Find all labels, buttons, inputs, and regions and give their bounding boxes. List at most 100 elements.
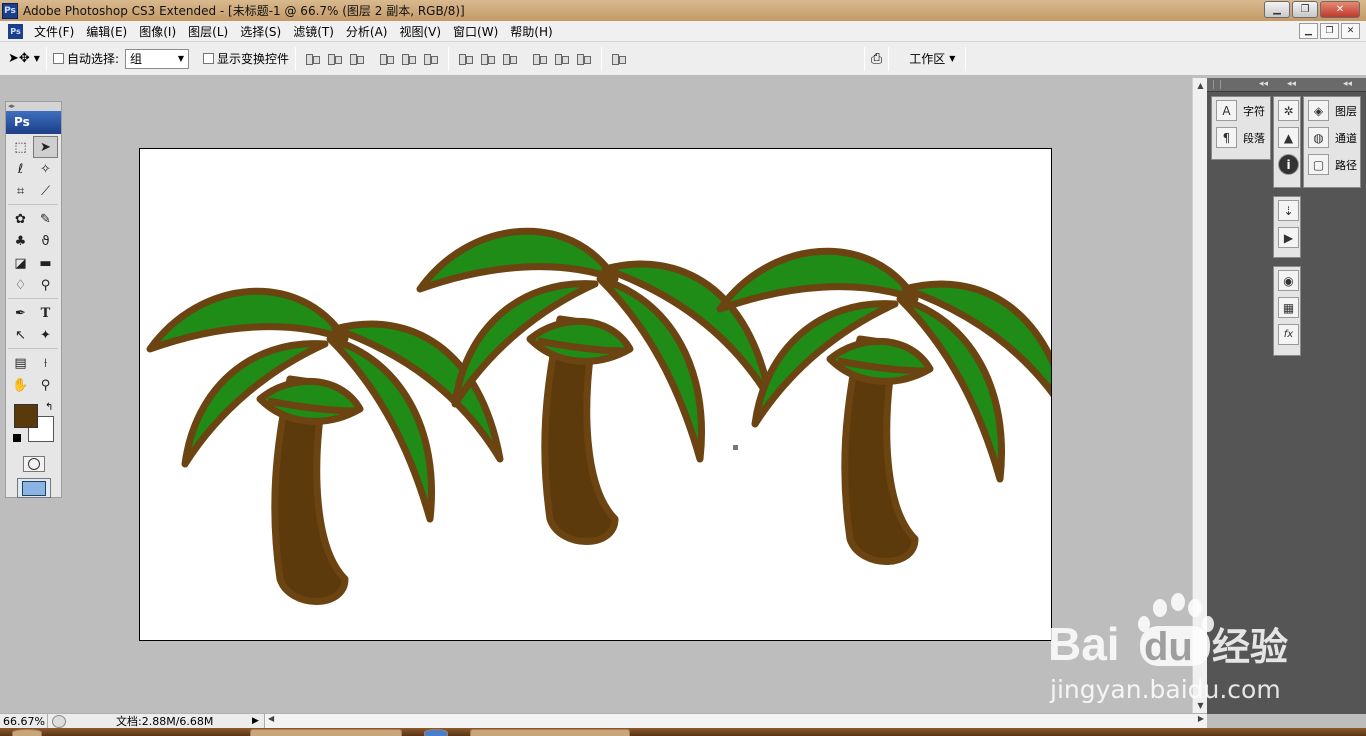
toolbox-grip[interactable]: ◂▸ bbox=[6, 102, 61, 111]
auto-select-checkbox[interactable] bbox=[52, 53, 64, 64]
color-panel-button[interactable]: ◉ bbox=[1274, 267, 1300, 294]
divider bbox=[45, 46, 47, 71]
auto-select-dropdown[interactable]: 组 ▼ bbox=[125, 48, 189, 69]
auto-align-layers-icon[interactable] bbox=[610, 51, 628, 67]
menu-help[interactable]: 帮助(H) bbox=[504, 23, 558, 40]
taskbar-item[interactable] bbox=[424, 729, 448, 736]
distribute-top-edges-icon[interactable] bbox=[457, 51, 475, 67]
align-horizontal-centers-icon[interactable] bbox=[400, 51, 418, 67]
gradient-tool-icon[interactable]: ▬ bbox=[33, 252, 58, 274]
character-panel-button[interactable]: A 字符 bbox=[1212, 97, 1270, 124]
align-top-edges-icon[interactable] bbox=[304, 51, 322, 67]
zoom-level[interactable]: 66.67% bbox=[0, 713, 48, 729]
eraser-tool-icon[interactable]: ◪ bbox=[8, 252, 33, 274]
distribute-horizontal-centers-icon[interactable] bbox=[553, 51, 571, 67]
crop-tool-icon[interactable]: ⌗ bbox=[8, 180, 33, 202]
tool-grid: ⬚ ➤ ℓ ✧ ⌗ ⟋ ✿ ✎ ♣ ϑ ◪ ▬ ♢ ⚲ ✒ T ↖ ✦ ▤ ⟊ … bbox=[6, 134, 61, 398]
menu-select[interactable]: 选择(S) bbox=[234, 23, 287, 40]
history-brush-tool-icon[interactable]: ϑ bbox=[33, 230, 58, 252]
align-right-edges-icon[interactable] bbox=[422, 51, 440, 67]
paragraph-panel-button[interactable]: ¶ 段落 bbox=[1212, 124, 1270, 151]
document-menu-icon[interactable]: Ps bbox=[8, 23, 23, 39]
restore-button[interactable]: ❐ bbox=[1292, 1, 1318, 18]
type-tool-icon[interactable]: T bbox=[33, 302, 58, 324]
clone-stamp-tool-icon[interactable]: ♣ bbox=[8, 230, 33, 252]
tool-preset-picker[interactable]: ➤✥ ▼ bbox=[8, 51, 40, 66]
minimize-button[interactable]: ▁ bbox=[1264, 1, 1290, 18]
menu-image[interactable]: 图像(I) bbox=[133, 23, 182, 40]
status-menu-arrow-icon[interactable]: ▶ bbox=[252, 716, 264, 726]
taskbar-item[interactable] bbox=[250, 729, 402, 736]
brush-tool-icon[interactable]: ✎ bbox=[33, 208, 58, 230]
doc-restore-button[interactable]: ❐ bbox=[1320, 23, 1339, 39]
distribute-vertical-centers-icon[interactable] bbox=[479, 51, 497, 67]
path-selection-tool-icon[interactable]: ↖ bbox=[8, 324, 33, 346]
taskbar-item[interactable] bbox=[470, 729, 630, 736]
show-transform-checkbox[interactable] bbox=[203, 53, 214, 64]
swap-colors-icon[interactable]: ↰ bbox=[45, 402, 53, 413]
taskbar-item[interactable] bbox=[12, 729, 42, 736]
history-panel-button[interactable]: ⇣ bbox=[1274, 197, 1300, 224]
distribute-right-edges-icon[interactable] bbox=[575, 51, 593, 67]
swatches-panel-button[interactable]: ▦ bbox=[1274, 294, 1300, 321]
actions-panel-button[interactable]: ▶ bbox=[1274, 224, 1300, 251]
lasso-tool-icon[interactable]: ℓ bbox=[8, 158, 33, 180]
horizontal-scrollbar[interactable]: ◀ ▶ bbox=[264, 714, 1207, 728]
histogram-panel-button[interactable]: ▲ bbox=[1274, 124, 1300, 151]
blur-tool-icon[interactable]: ♢ bbox=[8, 274, 33, 296]
bridge-icon[interactable]: ⎙ bbox=[871, 51, 882, 67]
styles-panel-button[interactable]: fx bbox=[1274, 321, 1300, 348]
show-transform-checkbox-label[interactable]: 显示变换控件 bbox=[203, 50, 289, 67]
scroll-left-arrow-icon[interactable]: ◀ bbox=[268, 714, 274, 723]
close-button[interactable]: ✕ bbox=[1320, 1, 1360, 18]
scroll-right-arrow-icon[interactable]: ▶ bbox=[1198, 714, 1204, 723]
menu-edit[interactable]: 编辑(E) bbox=[80, 23, 133, 40]
status-info-icon[interactable] bbox=[52, 714, 66, 728]
toolbox-header[interactable]: Ps bbox=[6, 111, 61, 134]
collapse-arrows-icon[interactable]: ◂◂ bbox=[1259, 79, 1268, 89]
align-left-edges-icon[interactable] bbox=[378, 51, 396, 67]
screen-mode-button[interactable] bbox=[16, 478, 51, 498]
dock-grip[interactable] bbox=[1213, 80, 1221, 89]
hand-tool-icon[interactable]: ✋ bbox=[8, 374, 33, 396]
menu-window[interactable]: 窗口(W) bbox=[447, 23, 504, 40]
default-colors-icon[interactable] bbox=[13, 434, 21, 442]
menu-analysis[interactable]: 分析(A) bbox=[340, 23, 394, 40]
marquee-tool-icon[interactable]: ⬚ bbox=[8, 136, 33, 158]
auto-select-checkbox-label[interactable]: 自动选择: bbox=[52, 50, 119, 67]
doc-minimize-button[interactable]: ▁ bbox=[1299, 23, 1318, 39]
distribute-left-edges-icon[interactable] bbox=[531, 51, 549, 67]
pen-tool-icon[interactable]: ✒ bbox=[8, 302, 33, 324]
slice-tool-icon[interactable]: ⟋ bbox=[33, 180, 58, 202]
channels-panel-button[interactable]: ◍ 通道 bbox=[1304, 124, 1360, 151]
zoom-tool-icon[interactable]: ⚲ bbox=[33, 374, 58, 396]
quick-mask-button[interactable] bbox=[22, 456, 45, 472]
document-canvas[interactable] bbox=[139, 148, 1052, 641]
distribute-bottom-edges-icon[interactable] bbox=[501, 51, 519, 67]
menu-layer[interactable]: 图层(L) bbox=[182, 23, 234, 40]
custom-shape-tool-icon[interactable]: ✦ bbox=[33, 324, 58, 346]
show-transform-label: 显示变换控件 bbox=[217, 52, 290, 66]
healing-brush-tool-icon[interactable]: ✿ bbox=[8, 208, 33, 230]
dodge-tool-icon[interactable]: ⚲ bbox=[33, 274, 58, 296]
scroll-up-arrow-icon[interactable]: ▲ bbox=[1193, 78, 1208, 93]
paths-panel-button[interactable]: ▢ 路径 bbox=[1304, 151, 1360, 178]
workspace-button[interactable]: 工作区 ▼ bbox=[895, 50, 955, 67]
menu-filter[interactable]: 滤镜(T) bbox=[287, 23, 340, 40]
foreground-color-swatch[interactable] bbox=[14, 404, 38, 428]
eyedropper-tool-icon[interactable]: ⟊ bbox=[33, 352, 58, 374]
move-tool-icon[interactable]: ➤ bbox=[33, 136, 58, 158]
menu-file[interactable]: 文件(F) bbox=[28, 23, 80, 40]
magic-wand-tool-icon[interactable]: ✧ bbox=[33, 158, 58, 180]
info-panel-button[interactable]: i bbox=[1274, 151, 1300, 178]
align-bottom-edges-icon[interactable] bbox=[348, 51, 366, 67]
doc-close-button[interactable]: ✕ bbox=[1341, 23, 1360, 39]
navigator-panel-button[interactable]: ✲ bbox=[1274, 97, 1300, 124]
collapse-arrows-icon[interactable]: ◂◂ bbox=[1343, 79, 1352, 89]
menu-view[interactable]: 视图(V) bbox=[393, 23, 447, 40]
notes-tool-icon[interactable]: ▤ bbox=[8, 352, 33, 374]
collapse-arrows-icon[interactable]: ◂◂ bbox=[1287, 79, 1296, 89]
close-icon: ✕ bbox=[1335, 4, 1345, 15]
align-vertical-centers-icon[interactable] bbox=[326, 51, 344, 67]
layers-panel-button[interactable]: ◈ 图层 bbox=[1304, 97, 1360, 124]
